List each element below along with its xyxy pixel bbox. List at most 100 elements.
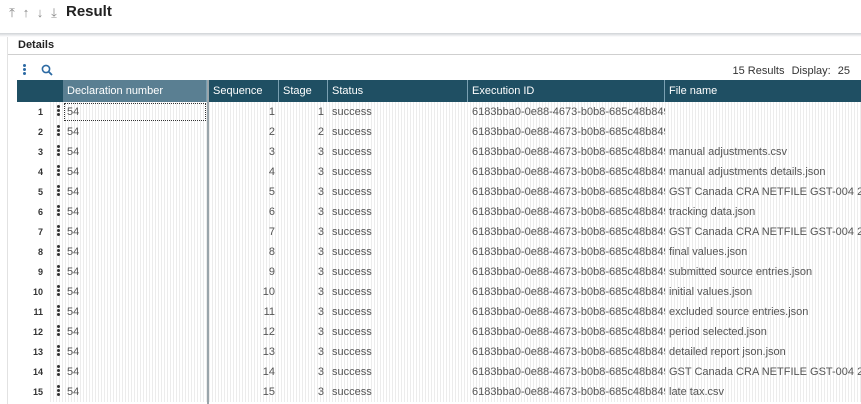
execution-id-cell[interactable]: 6183bba0-0e88-4673-b0b8-685c48b8493	[468, 302, 665, 322]
status-cell[interactable]: success	[328, 202, 468, 222]
row-menu-icon[interactable]	[55, 342, 63, 362]
declaration-number-cell[interactable]: 54	[63, 242, 207, 262]
file-name-cell[interactable]: GST Canada CRA NETFILE GST-004 2020-(	[665, 222, 861, 242]
stage-cell[interactable]: 3	[279, 142, 328, 162]
row-menu-icon[interactable]	[55, 282, 63, 302]
next-record-icon[interactable]: ↓	[35, 6, 45, 20]
stage-cell[interactable]: 3	[279, 342, 328, 362]
row-menu-icon[interactable]	[55, 242, 63, 262]
status-cell[interactable]: success	[328, 302, 468, 322]
file-name-cell[interactable]: late tax.csv	[665, 382, 861, 402]
stage-cell[interactable]: 3	[279, 162, 328, 182]
execution-id-cell[interactable]: 6183bba0-0e88-4673-b0b8-685c48b8493	[468, 102, 665, 122]
file-name-cell[interactable]: manual adjustments.csv	[665, 142, 861, 162]
file-name-cell[interactable]: detailed report json.json	[665, 342, 861, 362]
declaration-number-cell[interactable]: 54	[63, 342, 207, 362]
execution-id-cell[interactable]: 6183bba0-0e88-4673-b0b8-685c48b8493	[468, 282, 665, 302]
file-name-cell[interactable]: manual adjustments details.json	[665, 162, 861, 182]
table-row[interactable]: 2 54 2 2 success 6183bba0-0e88-4673-b0b8-685c…	[17, 122, 861, 142]
sequence-cell[interactable]: 12	[209, 322, 279, 342]
file-name-cell[interactable]: GST Canada CRA NETFILE GST-004 2020-(	[665, 182, 861, 202]
sequence-cell[interactable]: 5	[209, 182, 279, 202]
execution-id-cell[interactable]: 6183bba0-0e88-4673-b0b8-685c48b8493	[468, 362, 665, 382]
file-name-cell[interactable]	[665, 102, 861, 122]
sequence-cell[interactable]: 7	[209, 222, 279, 242]
search-icon[interactable]	[41, 64, 53, 76]
last-record-icon[interactable]: ⤓	[49, 6, 59, 20]
status-cell[interactable]: success	[328, 142, 468, 162]
column-header-declaration-number[interactable]: Declaration number	[63, 80, 207, 102]
status-cell[interactable]: success	[328, 382, 468, 402]
execution-id-cell[interactable]: 6183bba0-0e88-4673-b0b8-685c48b8493	[468, 382, 665, 402]
row-menu-icon[interactable]	[55, 122, 63, 142]
table-row[interactable]: 13 54 13 3 success 6183bba0-0e88-4673-b0b8-68…	[17, 342, 861, 362]
stage-cell[interactable]: 3	[279, 322, 328, 342]
stage-cell[interactable]: 3	[279, 362, 328, 382]
status-cell[interactable]: success	[328, 362, 468, 382]
status-cell[interactable]: success	[328, 122, 468, 142]
column-header-file-name[interactable]: File name	[665, 80, 861, 102]
declaration-number-cell[interactable]: 54	[63, 302, 207, 322]
execution-id-cell[interactable]: 6183bba0-0e88-4673-b0b8-685c48b8493	[468, 342, 665, 362]
execution-id-cell[interactable]: 6183bba0-0e88-4673-b0b8-685c48b8493	[468, 182, 665, 202]
table-row[interactable]: 9 54 9 3 success 6183bba0-0e88-4673-b0b8-685c…	[17, 262, 861, 282]
stage-cell[interactable]: 2	[279, 122, 328, 142]
stage-cell[interactable]: 3	[279, 222, 328, 242]
sequence-cell[interactable]: 3	[209, 142, 279, 162]
declaration-number-cell[interactable]: 54	[63, 102, 207, 122]
stage-cell[interactable]: 3	[279, 262, 328, 282]
column-header-execution-id[interactable]: Execution ID	[468, 80, 665, 102]
file-name-cell[interactable]	[665, 122, 861, 142]
frozen-column-divider[interactable]	[207, 80, 209, 404]
file-name-cell[interactable]: tracking data.json	[665, 202, 861, 222]
row-menu-icon[interactable]	[55, 222, 63, 242]
execution-id-cell[interactable]: 6183bba0-0e88-4673-b0b8-685c48b8493	[468, 262, 665, 282]
row-menu-icon[interactable]	[55, 382, 63, 402]
status-cell[interactable]: success	[328, 282, 468, 302]
row-menu-icon[interactable]	[55, 202, 63, 222]
status-cell[interactable]: success	[328, 242, 468, 262]
table-row[interactable]: 12 54 12 3 success 6183bba0-0e88-4673-b0b8-68…	[17, 322, 861, 342]
table-row[interactable]: 10 54 10 3 success 6183bba0-0e88-4673-b0b8-68…	[17, 282, 861, 302]
column-header-sequence[interactable]: Sequence	[209, 80, 279, 102]
status-cell[interactable]: success	[328, 262, 468, 282]
sequence-cell[interactable]: 13	[209, 342, 279, 362]
stage-cell[interactable]: 3	[279, 282, 328, 302]
column-header-status[interactable]: Status	[328, 80, 468, 102]
display-page-size[interactable]: 25	[838, 65, 850, 77]
sequence-cell[interactable]: 14	[209, 362, 279, 382]
declaration-number-cell[interactable]: 54	[63, 182, 207, 202]
sequence-cell[interactable]: 2	[209, 122, 279, 142]
stage-cell[interactable]: 1	[279, 102, 328, 122]
declaration-number-cell[interactable]: 54	[63, 282, 207, 302]
declaration-number-cell[interactable]: 54	[63, 162, 207, 182]
execution-id-cell[interactable]: 6183bba0-0e88-4673-b0b8-685c48b8493	[468, 142, 665, 162]
declaration-number-cell[interactable]: 54	[63, 202, 207, 222]
declaration-number-cell[interactable]: 54	[63, 262, 207, 282]
file-name-cell[interactable]: initial values.json	[665, 282, 861, 302]
file-name-cell[interactable]: excluded source entries.json	[665, 302, 861, 322]
table-row[interactable]: 4 54 4 3 success 6183bba0-0e88-4673-b0b8-685c…	[17, 162, 861, 182]
file-name-cell[interactable]: period selected.json	[665, 322, 861, 342]
stage-cell[interactable]: 3	[279, 302, 328, 322]
file-name-cell[interactable]: submitted source entries.json	[665, 262, 861, 282]
status-cell[interactable]: success	[328, 342, 468, 362]
status-cell[interactable]: success	[328, 162, 468, 182]
declaration-number-cell[interactable]: 54	[63, 322, 207, 342]
status-cell[interactable]: success	[328, 322, 468, 342]
declaration-number-cell[interactable]: 54	[63, 222, 207, 242]
declaration-number-cell[interactable]: 54	[63, 142, 207, 162]
table-row[interactable]: 15 54 15 3 success 6183bba0-0e88-4673-b0b8-68…	[17, 382, 861, 402]
file-name-cell[interactable]: final values.json	[665, 242, 861, 262]
row-menu-icon[interactable]	[55, 182, 63, 202]
stage-cell[interactable]: 3	[279, 202, 328, 222]
declaration-number-cell[interactable]: 54	[63, 122, 207, 142]
row-menu-icon[interactable]	[55, 362, 63, 382]
row-menu-icon[interactable]	[55, 322, 63, 342]
table-row[interactable]: 3 54 3 3 success 6183bba0-0e88-4673-b0b8-685c…	[17, 142, 861, 162]
table-row[interactable]: 6 54 6 3 success 6183bba0-0e88-4673-b0b8-685c…	[17, 202, 861, 222]
execution-id-cell[interactable]: 6183bba0-0e88-4673-b0b8-685c48b8493	[468, 242, 665, 262]
sequence-cell[interactable]: 6	[209, 202, 279, 222]
sequence-cell[interactable]: 15	[209, 382, 279, 402]
table-row[interactable]: 7 54 7 3 success 6183bba0-0e88-4673-b0b8-685c…	[17, 222, 861, 242]
